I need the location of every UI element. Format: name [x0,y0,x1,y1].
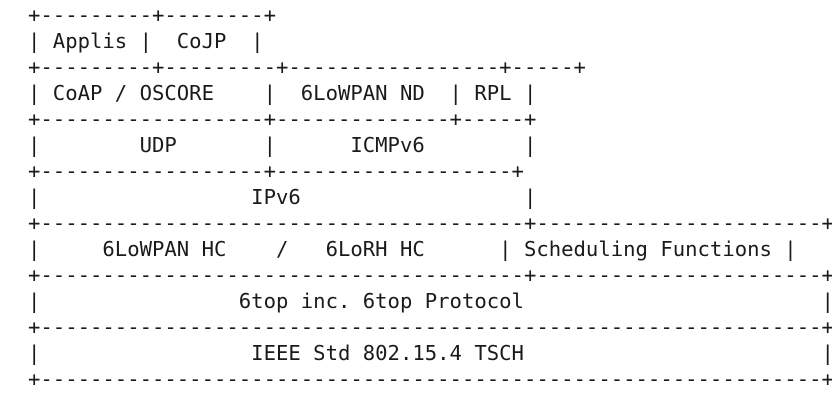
layer-row-udp-icmpv6: | UDP | ICMPv6 | [28,133,537,157]
border-line: +---------+---------+-----------------+-… [28,55,586,79]
border-line: +---------------------------------------… [28,315,832,339]
border-line: +------------------+--------------+-----… [28,107,537,131]
layer-row-ipv6: | IPv6 | [28,185,537,209]
layer-row-6top: | 6top inc. 6top Protocol | [28,289,832,313]
layer-row-ieee-tsch: | IEEE Std 802.15.4 TSCH | [28,341,832,365]
layer-row-applis-cojp: | Applis | CoJP | [28,29,264,53]
border-line: +---------+--------+ [28,3,276,27]
border-line: +---------------------------------------… [28,263,832,287]
protocol-stack-diagram: +---------+--------+ | Applis | CoJP | +--… [28,2,832,392]
border-line: +------------------+-------------------+ [28,159,524,183]
layer-row-6lowpan-hc-scheduling: | 6LoWPAN HC / 6LoRH HC | Scheduling Fun… [28,237,797,261]
border-line: +---------------------------------------… [28,211,832,235]
layer-row-coap-6lowpan-nd-rpl: | CoAP / OSCORE | 6LoWPAN ND | RPL | [28,81,537,105]
border-line: +---------------------------------------… [28,367,832,391]
